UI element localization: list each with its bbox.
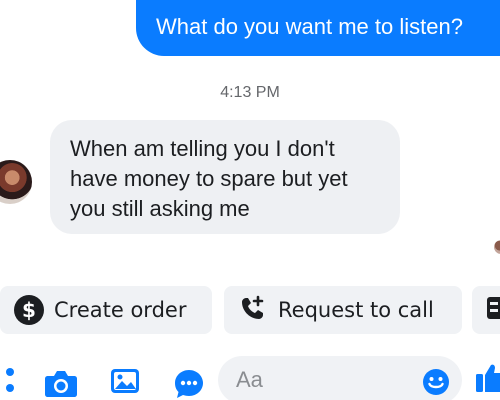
incoming-message-line: When am telling you I don't <box>70 136 335 161</box>
chat-screen: What do you want me to listen? 4:13 PM W… <box>0 0 500 400</box>
outgoing-message-text: What do you want me to listen? <box>156 14 463 39</box>
sender-avatar[interactable] <box>0 160 32 204</box>
more-options-icon[interactable] <box>6 368 14 392</box>
gallery-icon[interactable] <box>110 366 140 400</box>
request-to-call-button[interactable]: Request to call <box>224 286 462 334</box>
request-to-call-label: Request to call <box>278 298 434 322</box>
phone-plus-icon <box>238 293 268 328</box>
message-timestamp: 4:13 PM <box>220 84 280 101</box>
create-order-button[interactable]: $ Create order <box>0 286 212 334</box>
message-input-container[interactable] <box>218 356 462 400</box>
create-order-label: Create order <box>54 298 187 322</box>
read-receipt-avatar <box>494 240 500 254</box>
thumbs-up-icon[interactable] <box>476 362 500 397</box>
message-input[interactable] <box>234 364 408 396</box>
incoming-message-bubble[interactable]: When am telling you I don't have money t… <box>50 120 400 234</box>
message-composer <box>0 348 500 400</box>
outgoing-message-bubble[interactable]: What do you want me to listen? <box>136 0 500 56</box>
sticker-chat-icon[interactable] <box>173 368 205 400</box>
emoji-icon[interactable] <box>422 368 450 400</box>
contact-card-button[interactable] <box>472 286 500 334</box>
incoming-message-line: have money to spare but yet <box>70 166 348 191</box>
camera-icon[interactable] <box>44 368 78 400</box>
incoming-message-line: you still asking me <box>70 196 250 221</box>
contact-card-icon <box>486 295 500 326</box>
dollar-circle-icon: $ <box>14 295 44 325</box>
